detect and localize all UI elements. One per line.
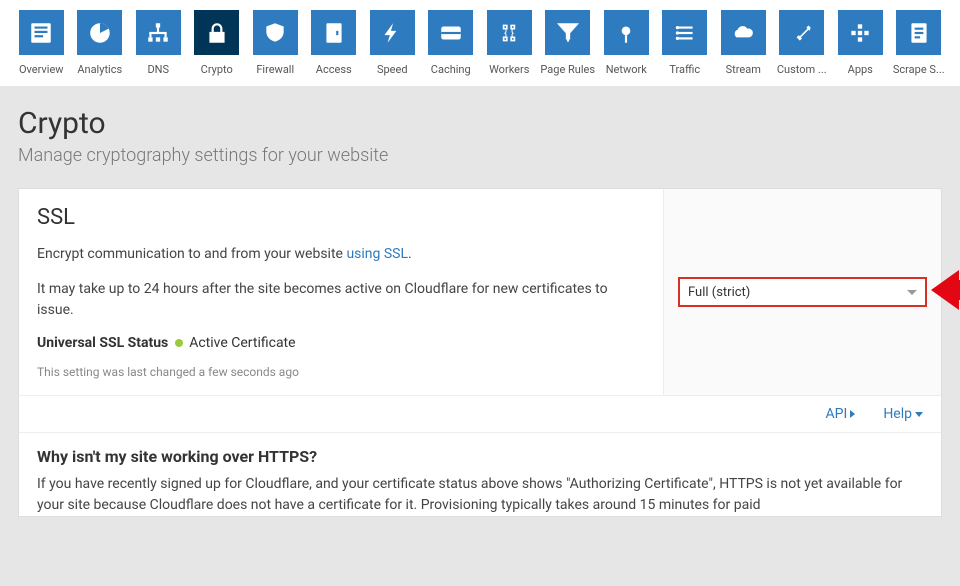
ssl-mode-select[interactable]: Full (strict)	[678, 277, 927, 307]
nav-item-overview[interactable]: Overview	[12, 10, 71, 76]
nav-item-crypto[interactable]: Crypto	[188, 10, 247, 76]
nav-item-access[interactable]: Access	[305, 10, 364, 76]
nav-label: Network	[606, 63, 647, 76]
nav-item-pagerules[interactable]: Page Rules	[539, 10, 598, 76]
nav-item-caching[interactable]: Caching	[422, 10, 481, 76]
ssl-card: SSL Encrypt communication to and from yo…	[18, 188, 942, 517]
nav-item-firewall[interactable]: Firewall	[246, 10, 305, 76]
nav-item-analytics[interactable]: Analytics	[71, 10, 130, 76]
workers-icon: { }	[487, 10, 532, 55]
annotation-arrow-icon	[931, 266, 960, 318]
caching-icon	[428, 10, 473, 55]
dns-icon	[136, 10, 181, 55]
api-link[interactable]: API	[826, 406, 856, 422]
page-content: Crypto Manage cryptography settings for …	[0, 86, 960, 586]
firewall-icon	[253, 10, 298, 55]
ssl-card-body: SSL Encrypt communication to and from yo…	[19, 189, 941, 395]
ssl-desc-suffix: .	[408, 246, 412, 262]
custom-icon	[779, 10, 824, 55]
nav-label: Caching	[431, 63, 471, 76]
nav-item-scrape[interactable]: Scrape S...	[890, 10, 949, 76]
speed-icon	[370, 10, 415, 55]
help-link[interactable]: Help	[883, 406, 923, 422]
nav-label: Overview	[19, 63, 64, 76]
nav-label: Workers	[489, 63, 529, 76]
nav-label: Apps	[848, 63, 873, 76]
ssl-desc-prefix: Encrypt communication to and from your w…	[37, 246, 346, 262]
nav-item-traffic[interactable]: Traffic	[656, 10, 715, 76]
ssl-meta: This setting was last changed a few seco…	[37, 365, 643, 379]
ssl-status-value: Active Certificate	[189, 335, 295, 351]
ssl-status-line: Universal SSL Status Active Certificate	[37, 335, 643, 351]
triangle-right-icon	[850, 410, 855, 418]
nav-item-network[interactable]: Network	[597, 10, 656, 76]
ssl-mode-value: Full (strict)	[688, 285, 750, 300]
access-icon	[311, 10, 356, 55]
crypto-icon	[194, 10, 239, 55]
ssl-title: SSL	[37, 205, 643, 230]
page-subtitle: Manage cryptography settings for your we…	[18, 145, 942, 166]
overview-icon	[19, 10, 64, 55]
status-dot-icon	[175, 339, 183, 347]
nav-item-speed[interactable]: Speed	[363, 10, 422, 76]
page-title: Crypto	[18, 106, 942, 141]
faq-title: Why isn't my site working over HTTPS?	[37, 447, 923, 466]
top-nav: Overview Analytics DNS Crypto Firewall Access…	[0, 0, 960, 76]
using-ssl-link[interactable]: using SSL	[346, 246, 408, 262]
faq-text: If you have recently signed up for Cloud…	[37, 474, 923, 516]
pagerules-icon	[545, 10, 590, 55]
network-icon	[604, 10, 649, 55]
ssl-card-footer: API Help	[19, 395, 941, 432]
nav-label: Access	[316, 63, 352, 76]
nav-label: Firewall	[256, 63, 294, 76]
nav-label: Crypto	[201, 63, 233, 76]
ssl-card-right: Full (strict)	[663, 189, 941, 395]
stream-icon	[721, 10, 766, 55]
nav-label: Speed	[377, 63, 408, 76]
nav-item-apps[interactable]: Apps	[831, 10, 890, 76]
nav-label: Stream	[726, 63, 761, 76]
nav-label: Scrape S...	[893, 63, 945, 76]
nav-item-workers[interactable]: { } Workers	[480, 10, 539, 76]
scrape-icon	[896, 10, 941, 55]
nav-item-dns[interactable]: DNS	[129, 10, 188, 76]
analytics-icon	[77, 10, 122, 55]
ssl-card-left: SSL Encrypt communication to and from yo…	[19, 189, 663, 395]
nav-item-stream[interactable]: Stream	[714, 10, 773, 76]
ssl-status-label: Universal SSL Status	[37, 335, 168, 351]
nav-label: Analytics	[77, 63, 122, 76]
nav-label: Page Rules	[540, 63, 595, 76]
nav-label: DNS	[147, 63, 169, 76]
traffic-icon	[662, 10, 707, 55]
api-link-label: API	[826, 406, 848, 422]
ssl-description: Encrypt communication to and from your w…	[37, 244, 643, 265]
help-link-label: Help	[883, 406, 912, 422]
faq-section: Why isn't my site working over HTTPS? If…	[19, 432, 941, 516]
nav-label: Traffic	[669, 63, 700, 76]
svg-text:{ }: { }	[504, 26, 514, 39]
apps-icon	[838, 10, 883, 55]
nav-item-custom[interactable]: Custom ...	[773, 10, 832, 76]
triangle-down-icon	[915, 412, 923, 417]
chevron-down-icon	[907, 290, 917, 295]
ssl-note: It may take up to 24 hours after the sit…	[37, 279, 643, 321]
nav-label: Custom ...	[777, 63, 827, 76]
